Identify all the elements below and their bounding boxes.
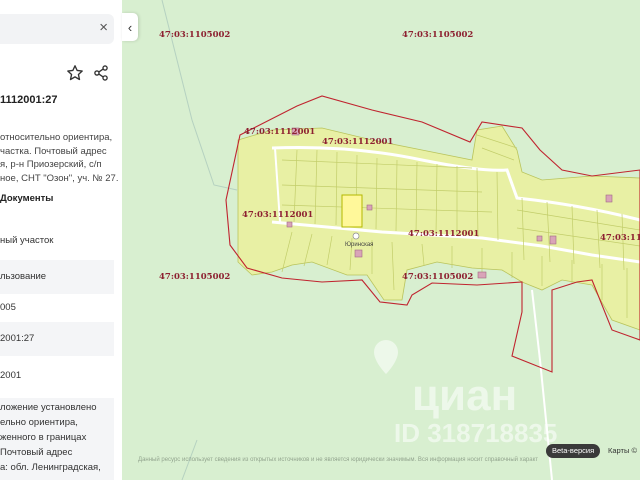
- note-line: ельно ориентира,: [0, 417, 78, 428]
- note-line: а: обл. Ленинградская,: [0, 462, 101, 473]
- info-row: 005: [0, 302, 16, 313]
- poi-marker[interactable]: [352, 232, 360, 240]
- documents-link[interactable]: Документы: [0, 193, 53, 204]
- beta-badge[interactable]: Beta-версия: [546, 444, 601, 458]
- address-text: относительно ориентира, частка. Почтовый…: [0, 131, 120, 185]
- cadastral-label: 47:03:1112001: [242, 210, 313, 220]
- close-icon[interactable]: ×: [99, 19, 108, 36]
- collapse-panel-button[interactable]: ‹: [122, 13, 138, 41]
- location-note: ложение установлено ельно ориентира, жен…: [0, 398, 114, 480]
- address-line: ное, СНТ "Озон", уч. № 27.: [0, 172, 119, 184]
- cadastral-label: 47:03:1105002: [159, 30, 230, 40]
- cadastral-label: 47:03:1112001: [408, 229, 479, 239]
- info-row: ный участок: [0, 235, 54, 246]
- share-icon[interactable]: [92, 64, 110, 82]
- watermark-id: ID 318718835: [394, 418, 557, 448]
- cadastral-label: 47:03:111: [600, 233, 640, 243]
- info-row: 2001:27: [0, 322, 114, 356]
- star-icon[interactable]: [66, 64, 84, 82]
- address-line: частка. Почтовый адрес: [0, 145, 107, 157]
- cadastral-label: 47:03:1112001: [244, 127, 315, 137]
- note-line: Почтовый адрес: [0, 447, 73, 458]
- cadastral-map[interactable]: Юринская 47:03:1105002 47:03:1105002 47:…: [122, 0, 640, 480]
- watermark-logo: циан: [412, 371, 517, 420]
- search-field[interactable]: ×: [0, 14, 114, 44]
- cadastral-label: 47:03:1105002: [402, 272, 473, 282]
- cadastral-number-title: 1112001:27: [0, 94, 58, 106]
- info-row: 2001: [0, 370, 22, 381]
- address-line: относительно ориентира,: [0, 132, 113, 143]
- cadastral-label: 47:03:1105002: [159, 272, 230, 282]
- chevron-left-icon: ‹: [127, 19, 133, 35]
- note-line: ложение установлено: [0, 402, 97, 413]
- poi-label: Юринская: [345, 242, 373, 248]
- map-canvas[interactable]: Юринская 47:03:1105002 47:03:1105002 47:…: [122, 0, 640, 480]
- selected-plot[interactable]: [341, 194, 363, 228]
- info-panel: × 1112001:27 относительно ориентира, час…: [0, 0, 122, 480]
- address-line: я, р-н Приозерский, с/п: [0, 159, 102, 170]
- cadastral-label: 47:03:1112001: [322, 137, 393, 147]
- note-line: женного в границах: [0, 432, 87, 443]
- maps-attribution[interactable]: Карты ©: [608, 444, 637, 458]
- map-disclaimer: Данный ресурс использует сведения из отк…: [138, 457, 538, 463]
- info-row: льзование: [0, 260, 114, 294]
- cadastral-label: 47:03:1105002: [402, 30, 473, 40]
